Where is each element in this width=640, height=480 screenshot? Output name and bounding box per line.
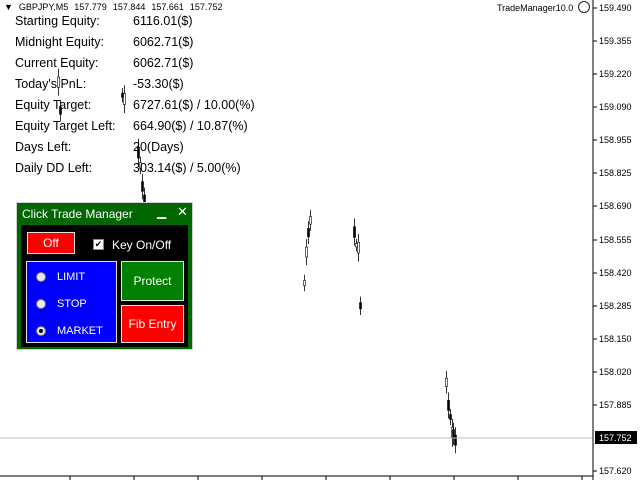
price-tick-label: 159.490	[599, 3, 632, 13]
stat-label: Daily DD Left:	[15, 161, 93, 175]
stat-label: Equity Target Left:	[15, 119, 116, 133]
stat-label: Equity Target:	[15, 98, 92, 112]
chart-header: ▼ GBPJPY,M5 157.779 157.844 157.661 157.…	[4, 2, 222, 12]
stat-value: 6062.71($)	[133, 35, 194, 49]
candle-body	[449, 414, 452, 420]
candle-body	[447, 400, 450, 411]
panel-body: Off ✔ Key On/Off LIMIT STOP MARKET Prote…	[21, 225, 188, 347]
radio-limit[interactable]: LIMIT	[36, 270, 85, 284]
current-price-label: 157.752	[599, 433, 632, 443]
close-icon[interactable]: ✕	[177, 204, 188, 220]
stat-value: 6062.71($)	[133, 56, 194, 70]
candle-body	[445, 377, 448, 387]
price-tick-label: 159.090	[599, 102, 632, 112]
candle-body	[359, 302, 362, 310]
key-toggle-label: Key On/Off	[112, 238, 172, 252]
candle-body	[123, 93, 126, 105]
price-tick-label: 158.690	[599, 201, 632, 211]
radio-label: STOP	[57, 298, 87, 310]
ohlc-close: 157.752	[189, 2, 223, 12]
candle-body	[454, 434, 457, 446]
radio-label: LIMIT	[57, 271, 86, 283]
candle-body	[121, 92, 124, 98]
stat-value: 6727.61($) / 10.00(%)	[133, 98, 255, 112]
radio-button-icon[interactable]	[36, 272, 46, 282]
stat-value: 20(Days)	[133, 140, 184, 154]
price-tick-label: 158.825	[599, 168, 632, 178]
ea-name-label: TradeManager10.0	[497, 3, 574, 13]
fib-entry-button[interactable]: Fib Entry	[121, 305, 184, 343]
candle-body	[353, 226, 356, 238]
price-tick-label: 158.150	[599, 334, 632, 344]
candle-body	[305, 246, 308, 258]
stat-label: Midnight Equity:	[15, 35, 104, 49]
protect-button[interactable]: Protect	[121, 261, 184, 301]
price-tick-label: 158.020	[599, 367, 632, 377]
minimize-icon[interactable]: ▁	[157, 205, 166, 219]
order-type-group: LIMIT STOP MARKET	[26, 261, 117, 343]
symbol-label: GBPJPY,M5	[18, 2, 69, 12]
stat-value: 6116.01($)	[133, 14, 193, 28]
price-tick-label: 158.285	[599, 301, 632, 311]
radio-market[interactable]: MARKET	[36, 324, 103, 338]
candle-body	[357, 241, 360, 254]
ohlc-open: 157.779	[74, 2, 107, 12]
panel-title[interactable]: Click Trade Manager	[22, 207, 133, 221]
price-tick-label: 159.355	[599, 36, 632, 46]
stat-label: Today's PnL:	[15, 77, 87, 91]
stat-value: 303.14($) / 5.00(%)	[133, 161, 241, 175]
stat-label: Days Left:	[15, 140, 72, 154]
stat-label: Current Equity:	[15, 56, 99, 70]
radio-button-icon[interactable]	[36, 299, 46, 309]
off-button[interactable]: Off	[27, 232, 75, 254]
ohlc-high: 157.844	[112, 2, 146, 12]
price-tick-label: 157.620	[599, 466, 632, 476]
price-tick-label: 157.885	[599, 400, 632, 410]
ohlc-low: 157.661	[151, 2, 184, 12]
dropdown-arrow-icon[interactable]: ▼	[4, 2, 13, 12]
radio-stop[interactable]: STOP	[36, 297, 87, 311]
click-trade-manager-panel[interactable]: Click Trade Manager ▁ ✕ Off ✔ Key On/Off…	[16, 202, 193, 350]
radio-label: MARKET	[57, 325, 103, 337]
key-toggle-checkbox[interactable]: ✔	[93, 239, 104, 250]
price-tick-label: 158.555	[599, 235, 632, 245]
smiley-icon	[578, 1, 590, 13]
price-tick-label: 159.220	[599, 69, 632, 79]
stat-label: Starting Equity:	[15, 14, 100, 28]
candle-body	[141, 181, 144, 192]
candle-body	[309, 216, 312, 225]
candle-body	[307, 228, 310, 238]
radio-button-selected-icon[interactable]	[36, 326, 46, 336]
stat-value: -53.30($)	[133, 77, 184, 91]
stat-value: 664.90($) / 10.87(%)	[133, 119, 248, 133]
price-tick-label: 158.955	[599, 135, 632, 145]
price-tick-label: 158.420	[599, 268, 632, 278]
candle-body	[303, 280, 306, 286]
